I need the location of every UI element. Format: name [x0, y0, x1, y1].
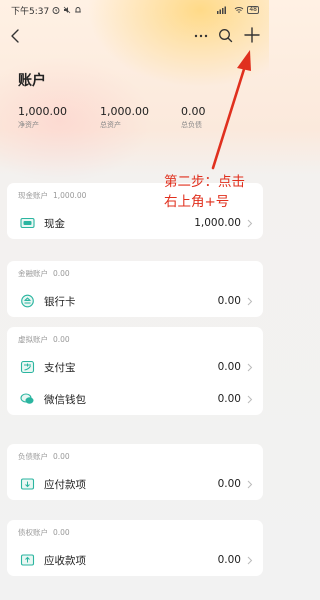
- notification-icon: [75, 7, 82, 13]
- section-header: 金融账户 0.00: [7, 261, 263, 285]
- search-icon[interactable]: [218, 28, 233, 43]
- section-financial-accounts: 金融账户 0.00 银行卡 0.00: [7, 261, 263, 317]
- section-liability-accounts: 负债账户 0.00 应付款项 0.00: [7, 444, 263, 500]
- account-row-alipay[interactable]: 支付宝 0.00: [7, 351, 263, 383]
- section-title: 债权账户: [18, 527, 48, 537]
- account-balance: 0.00: [217, 554, 241, 566]
- tutorial-annotation: 第二步：点击 右上角+号: [164, 172, 268, 212]
- section-amount: 0.00: [53, 527, 70, 537]
- wifi-icon: [235, 7, 244, 13]
- account-balance: 1,000.00: [194, 217, 241, 229]
- account-row-receivable[interactable]: 应收款项 0.00: [7, 544, 263, 576]
- annotation-line-1: 第二步：点击: [164, 174, 245, 190]
- signal-icon: [217, 6, 227, 14]
- section-title: 金融账户: [18, 268, 48, 278]
- account-name: 银行卡: [44, 295, 76, 308]
- section-amount: 0.00: [53, 451, 70, 461]
- account-balance: 0.00: [217, 295, 241, 307]
- chevron-right-icon: [247, 556, 253, 565]
- total-assets: 1,000.00 总资产: [100, 105, 149, 130]
- section-header: 负债账户 0.00: [7, 444, 263, 468]
- total-liabilities: 0.00 总负债: [181, 105, 206, 130]
- net-assets-value: 1,000.00: [18, 105, 67, 118]
- nav-bar: [0, 22, 269, 50]
- section-title: 虚拟账户: [18, 334, 48, 344]
- section-title: 负债账户: [18, 451, 48, 461]
- account-balance: 0.00: [217, 478, 241, 490]
- section-header: 债权账户 0.00: [7, 520, 263, 544]
- account-summary: 1,000.00 净资产 1,000.00 总资产 0.00 总负债: [18, 105, 258, 131]
- total-assets-label: 总资产: [100, 121, 121, 129]
- alarm-icon: [52, 7, 60, 14]
- section-amount: 0.00: [53, 334, 70, 344]
- section-amount: 1,000.00: [53, 190, 87, 200]
- section-amount: 0.00: [53, 268, 70, 278]
- account-name: 微信钱包: [44, 393, 86, 406]
- net-assets: 1,000.00 净资产: [18, 105, 67, 130]
- page-title: 账户: [18, 73, 46, 89]
- account-name: 现金: [44, 217, 65, 230]
- receivable-icon: [20, 554, 35, 566]
- total-liabilities-label: 总负债: [181, 121, 202, 129]
- add-icon[interactable]: [244, 27, 260, 43]
- total-liabilities-value: 0.00: [181, 105, 206, 118]
- cash-icon: [20, 217, 35, 229]
- chevron-right-icon: [247, 219, 253, 228]
- total-assets-value: 1,000.00: [100, 105, 149, 118]
- account-row-bank-card[interactable]: 银行卡 0.00: [7, 285, 263, 317]
- chevron-right-icon: [247, 480, 253, 489]
- account-balance: 0.00: [217, 361, 241, 373]
- chevron-right-icon: [247, 297, 253, 306]
- bank-card-icon: [21, 294, 34, 308]
- section-title: 现金账户: [18, 190, 48, 200]
- account-name: 应收款项: [44, 554, 86, 567]
- wechat-wallet-icon: [20, 393, 34, 404]
- battery-icon: 48: [247, 6, 259, 14]
- chevron-right-icon: [247, 395, 253, 404]
- more-icon[interactable]: [194, 34, 208, 38]
- section-virtual-accounts: 虚拟账户 0.00 支付宝 0.00 微信钱包 0.00: [7, 327, 263, 415]
- net-assets-label: 净资产: [18, 121, 39, 129]
- account-name: 应付款项: [44, 478, 86, 491]
- section-receivable-accounts: 债权账户 0.00 应收款项 0.00: [7, 520, 263, 576]
- section-header: 虚拟账户 0.00: [7, 327, 263, 351]
- account-row-wechat-wallet[interactable]: 微信钱包 0.00: [7, 383, 263, 415]
- mute-icon: [63, 6, 71, 14]
- status-bar: 下午5:37 48: [0, 0, 269, 20]
- annotation-line-2: 右上角+号: [164, 194, 230, 210]
- account-name: 支付宝: [44, 361, 76, 374]
- payable-icon: [20, 478, 35, 490]
- status-time: 下午5:37: [11, 6, 50, 17]
- back-arrow-icon[interactable]: [9, 28, 23, 44]
- alipay-icon: [20, 360, 35, 374]
- account-row-payable[interactable]: 应付款项 0.00: [7, 468, 263, 500]
- chevron-right-icon: [247, 363, 253, 372]
- account-balance: 0.00: [217, 393, 241, 405]
